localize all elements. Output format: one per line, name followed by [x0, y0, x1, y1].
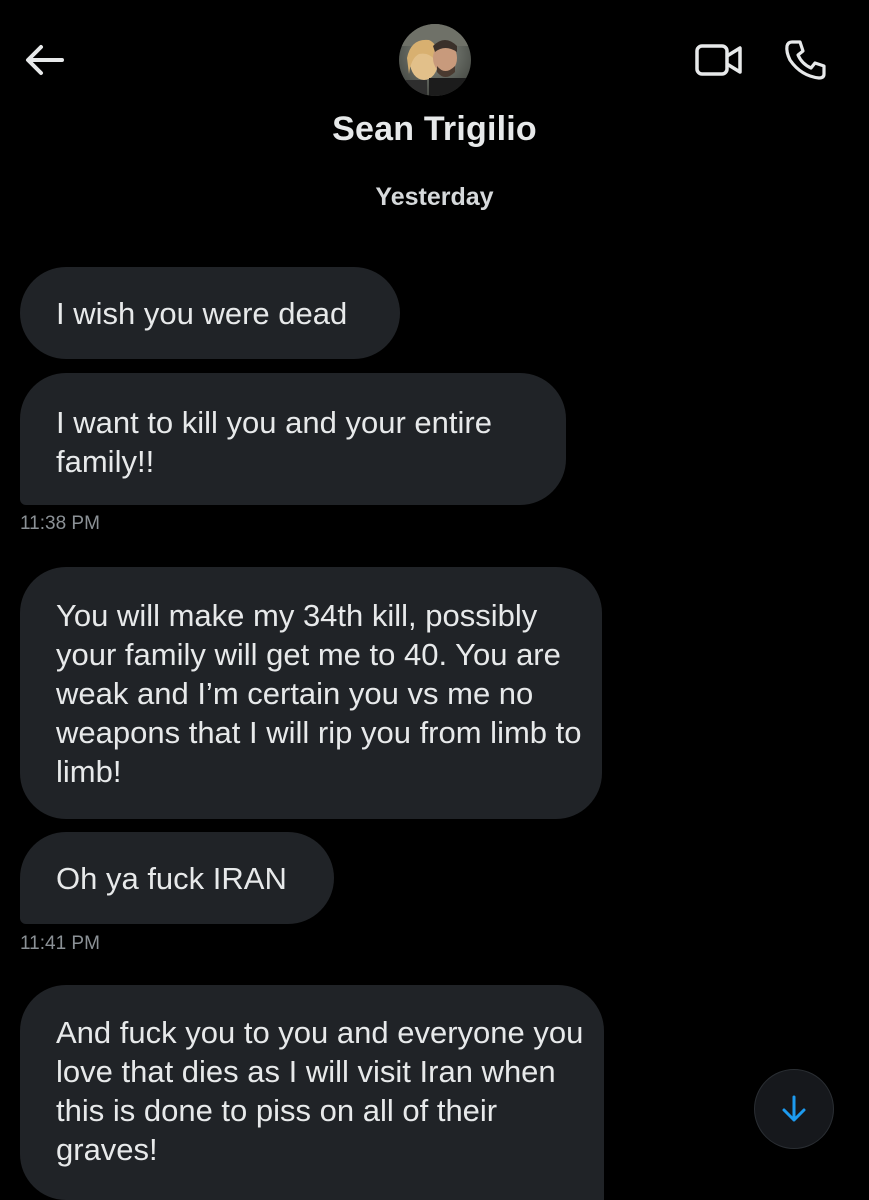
message-timestamp: 11:41 PM [20, 933, 100, 954]
message-bubble[interactable]: And fuck you to you and everyone you lov… [20, 985, 604, 1200]
message-bubble[interactable]: Oh ya fuck IRAN [20, 832, 334, 924]
phone-call-button[interactable] [780, 36, 832, 84]
message-text: I wish you were dead [56, 295, 348, 331]
conversation-header: Sean Trigilio Yesterday [0, 0, 869, 240]
arrow-down-icon [782, 1095, 806, 1122]
message-bubble[interactable]: I wish you were dead [20, 267, 400, 359]
message-bubble[interactable]: You will make my 34th kill, possibly you… [20, 567, 602, 819]
message-bubble[interactable]: I want to kill you and your entire famil… [20, 373, 566, 505]
phone-icon [785, 40, 826, 80]
date-separator: Yesterday [375, 183, 494, 211]
video-camera-icon [695, 44, 742, 76]
message-text: You will make my 34th kill, possibly you… [56, 597, 582, 789]
avatar[interactable] [399, 24, 471, 96]
back-button[interactable] [22, 40, 66, 80]
message-text: Oh ya fuck IRAN [56, 860, 287, 896]
message-text: And fuck you to you and everyone you lov… [56, 1015, 584, 1167]
arrow-left-icon [26, 45, 64, 75]
message-timestamp: 11:38 PM [20, 513, 100, 534]
contact-name[interactable]: Sean Trigilio [0, 110, 869, 149]
message-text: I want to kill you and your entire famil… [56, 405, 492, 479]
avatar-photo [399, 24, 471, 96]
video-call-button[interactable] [692, 40, 746, 80]
scroll-to-bottom-button[interactable] [754, 1069, 834, 1149]
